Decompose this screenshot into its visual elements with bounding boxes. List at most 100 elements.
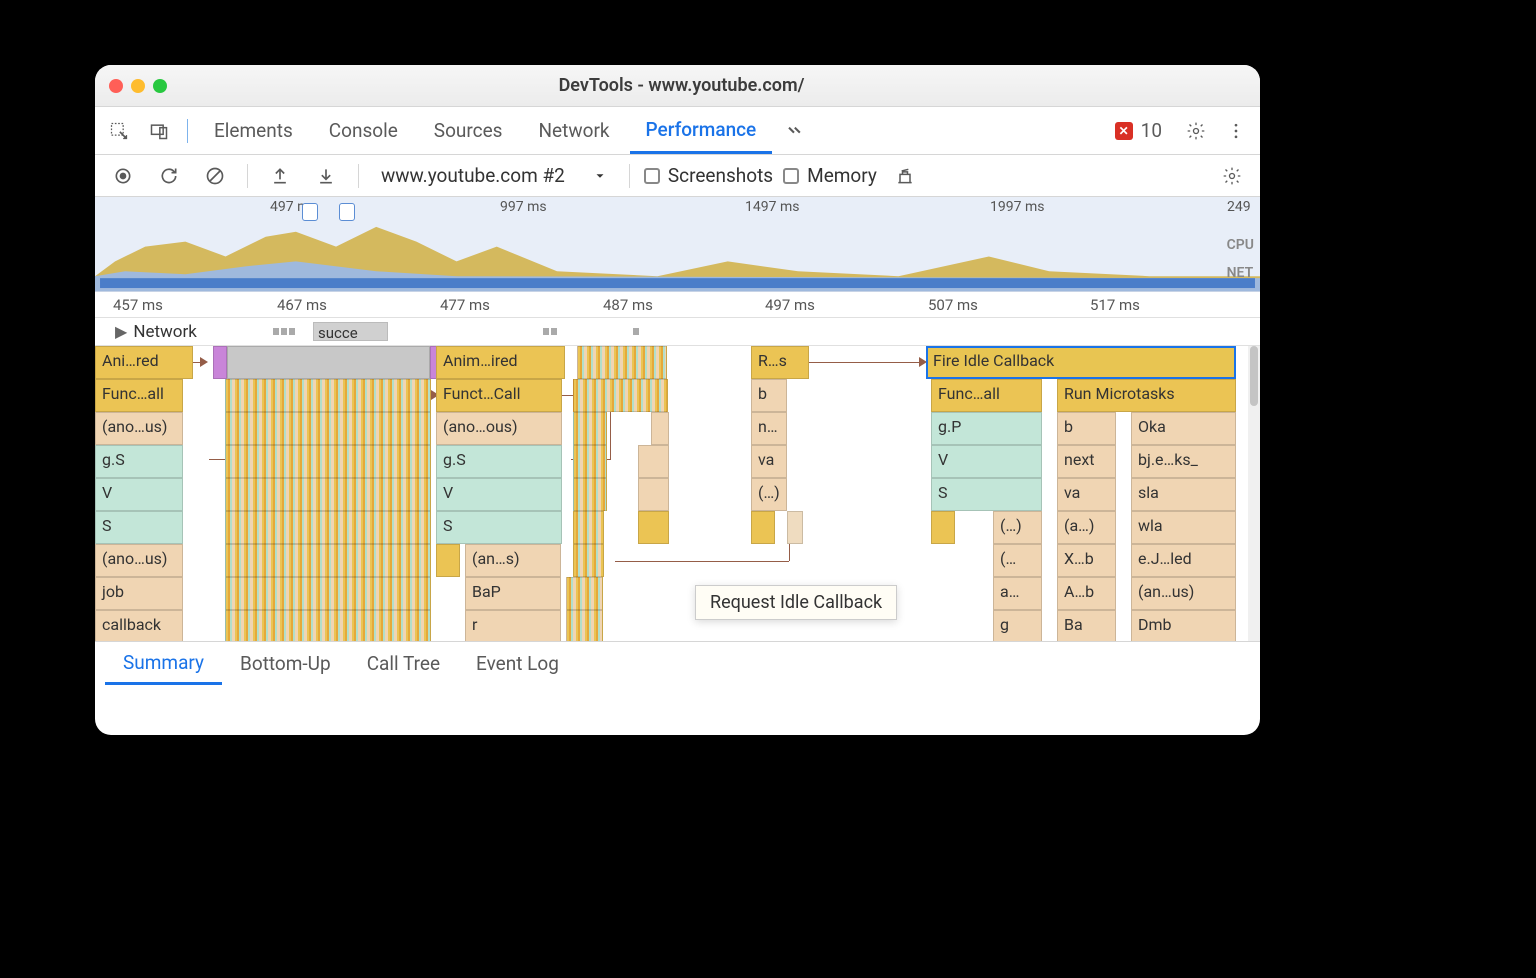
flame-cell[interactable]: r — [465, 610, 561, 641]
network-request-block[interactable]: succe — [313, 322, 388, 341]
error-count[interactable]: 10 — [1141, 119, 1162, 142]
minimize-window-button[interactable] — [131, 79, 145, 93]
flame-cell[interactable]: Dmb — [1131, 610, 1236, 641]
flame-cell[interactable] — [436, 544, 460, 577]
flame-cell[interactable]: S — [436, 511, 562, 544]
more-tabs-icon[interactable] — [776, 113, 812, 149]
flame-cell[interactable]: g.P — [931, 412, 1042, 445]
flame-cell[interactable]: Func…all — [95, 379, 183, 412]
flame-cell[interactable]: R…s — [751, 346, 809, 379]
garbage-collect-icon[interactable] — [887, 158, 923, 194]
flame-cell[interactable]: Fire Idle Callback — [926, 346, 1236, 379]
flame-cell[interactable]: (an…s) — [465, 544, 561, 577]
recording-dropdown[interactable]: www.youtube.com #2 — [373, 164, 615, 187]
flame-cell[interactable] — [573, 412, 607, 445]
kebab-menu-icon[interactable] — [1218, 113, 1254, 149]
download-icon[interactable] — [308, 158, 344, 194]
flame-cell[interactable]: Funct…Call — [436, 379, 562, 412]
reload-icon[interactable] — [151, 158, 187, 194]
upload-icon[interactable] — [262, 158, 298, 194]
memory-checkbox[interactable]: Memory — [783, 164, 877, 187]
tab-sources[interactable]: Sources — [418, 107, 519, 154]
flame-cell[interactable]: V — [931, 445, 1042, 478]
flame-cell[interactable]: g — [993, 610, 1042, 641]
flame-cell[interactable] — [225, 544, 431, 577]
flame-cell[interactable] — [566, 610, 603, 641]
settings-icon[interactable] — [1178, 113, 1214, 149]
flame-cell[interactable] — [573, 445, 607, 478]
flame-cell[interactable] — [573, 511, 604, 544]
flame-cell[interactable] — [638, 445, 669, 478]
screenshots-checkbox[interactable]: Screenshots — [644, 164, 773, 187]
flame-cell[interactable]: (ano…ous) — [436, 412, 562, 445]
tab-summary[interactable]: Summary — [105, 642, 222, 685]
flame-cell[interactable] — [225, 478, 431, 511]
flame-cell[interactable]: (ano…us) — [95, 544, 183, 577]
flame-cell[interactable]: (… — [993, 544, 1042, 577]
flame-cell[interactable]: e.J…led — [1131, 544, 1236, 577]
flame-cell[interactable]: Anim…ired — [436, 346, 565, 379]
flame-cell[interactable]: BaP — [465, 577, 561, 610]
flame-cell[interactable] — [225, 445, 431, 478]
flame-cell[interactable]: A…b — [1057, 577, 1116, 610]
flame-cell[interactable]: S — [931, 478, 1042, 511]
flame-cell[interactable] — [638, 478, 669, 511]
flame-cell[interactable] — [638, 511, 669, 544]
flame-chart[interactable]: Request Idle Callback Ani…redAnim…iredR…… — [95, 346, 1260, 641]
flame-cell[interactable] — [227, 346, 430, 379]
flame-cell[interactable] — [225, 610, 431, 641]
capture-settings-icon[interactable] — [1214, 158, 1250, 194]
flame-cell[interactable] — [225, 412, 431, 445]
flame-cell[interactable]: bj.e…ks_ — [1131, 445, 1236, 478]
timeline-overview[interactable]: 497 ms997 ms1497 ms1997 ms249 CPU NET — [95, 197, 1260, 292]
flame-cell[interactable] — [573, 478, 607, 511]
flame-cell[interactable] — [787, 511, 803, 544]
time-ruler[interactable]: 457 ms467 ms477 ms487 ms497 ms507 ms517 … — [95, 292, 1260, 318]
flame-cell[interactable]: S — [95, 511, 183, 544]
inspect-element-icon[interactable] — [101, 113, 137, 149]
flame-cell[interactable]: (…) — [751, 478, 787, 511]
flame-cell[interactable]: va — [1057, 478, 1116, 511]
device-toggle-icon[interactable] — [141, 113, 177, 149]
flame-cell[interactable]: Func…all — [931, 379, 1042, 412]
flame-cell[interactable] — [931, 511, 955, 544]
flame-cell[interactable]: (…) — [993, 511, 1042, 544]
tab-event-log[interactable]: Event Log — [458, 642, 577, 685]
tab-bottom-up[interactable]: Bottom-Up — [222, 642, 349, 685]
vertical-scrollbar[interactable] — [1248, 346, 1260, 641]
scrollbar-thumb[interactable] — [1250, 346, 1258, 406]
close-window-button[interactable] — [109, 79, 123, 93]
flame-cell[interactable] — [573, 379, 668, 412]
record-icon[interactable] — [105, 158, 141, 194]
tab-performance[interactable]: Performance — [630, 107, 773, 154]
maximize-window-button[interactable] — [153, 79, 167, 93]
flame-cell[interactable]: va — [751, 445, 787, 478]
flame-cell[interactable] — [225, 577, 431, 610]
flame-cell[interactable]: g.S — [436, 445, 562, 478]
flame-cell[interactable]: next — [1057, 445, 1116, 478]
flame-cell[interactable]: (an…us) — [1131, 577, 1236, 610]
tab-call-tree[interactable]: Call Tree — [349, 642, 458, 685]
flame-cell[interactable] — [213, 346, 227, 379]
flame-cell[interactable]: g.S — [95, 445, 183, 478]
tab-console[interactable]: Console — [313, 107, 414, 154]
flame-cell[interactable]: b — [751, 379, 787, 412]
flame-cell[interactable]: sla — [1131, 478, 1236, 511]
flame-cell[interactable] — [573, 544, 604, 577]
flame-cell[interactable]: n…t — [751, 412, 787, 445]
expand-triangle-icon[interactable]: ▶ — [115, 322, 127, 341]
flame-cell[interactable]: (a…) — [1057, 511, 1116, 544]
flame-cell[interactable]: X…b — [1057, 544, 1116, 577]
flame-cell[interactable]: callback — [95, 610, 183, 641]
flame-cell[interactable]: (ano…us) — [95, 412, 183, 445]
tab-network[interactable]: Network — [522, 107, 625, 154]
flame-cell[interactable]: wla — [1131, 511, 1236, 544]
flame-cell[interactable] — [566, 577, 603, 610]
flame-cell[interactable] — [651, 412, 669, 445]
flame-cell[interactable] — [225, 511, 431, 544]
flame-cell[interactable]: V — [436, 478, 562, 511]
flame-cell[interactable]: Ani…red — [95, 346, 193, 379]
flame-cell[interactable] — [751, 511, 775, 544]
flame-cell[interactable]: Oka — [1131, 412, 1236, 445]
flame-cell[interactable]: Run Microtasks — [1057, 379, 1236, 412]
